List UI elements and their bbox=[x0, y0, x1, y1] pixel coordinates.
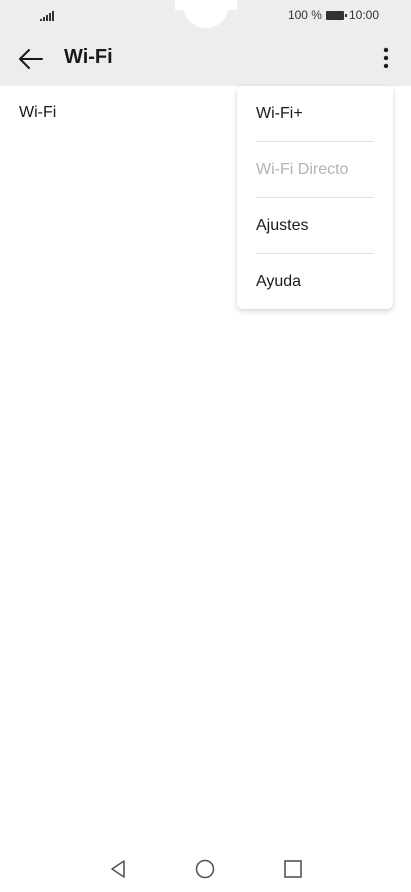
menu-item-help[interactable]: Ayuda bbox=[237, 254, 393, 309]
menu-item-wifi-plus[interactable]: Wi-Fi+ bbox=[237, 86, 393, 141]
signal-icon bbox=[40, 11, 54, 21]
circle-home-icon[interactable] bbox=[194, 858, 216, 880]
top-bar: 100 % 10:00 Wi-Fi bbox=[0, 0, 411, 86]
screen: 100 % 10:00 Wi-Fi Wi-Fi Wi-Fi+ Wi-Fi Dir… bbox=[0, 0, 411, 892]
more-vertical-icon[interactable] bbox=[377, 45, 395, 71]
navigation-bar bbox=[0, 846, 411, 892]
square-recents-icon[interactable] bbox=[282, 858, 304, 880]
status-right: 100 % 10:00 bbox=[288, 8, 379, 22]
notch-curve bbox=[183, 0, 229, 28]
menu-item-wifi-direct: Wi-Fi Directo bbox=[256, 160, 349, 178]
overflow-menu: Wi-Fi+ Wi-Fi Directo Ajustes Ayuda bbox=[237, 86, 393, 309]
battery-icon bbox=[325, 10, 347, 20]
triangle-back-icon[interactable] bbox=[107, 858, 129, 880]
arrow-left-icon[interactable] bbox=[18, 46, 44, 72]
wifi-label: Wi-Fi bbox=[19, 104, 57, 121]
page-title: Wi-Fi bbox=[64, 46, 113, 68]
menu-item-settings[interactable]: Ajustes bbox=[237, 198, 393, 253]
battery-percent: 100 % bbox=[287, 8, 322, 22]
app-bar: Wi-Fi bbox=[0, 36, 411, 82]
status-time: 10:00 bbox=[348, 8, 379, 22]
